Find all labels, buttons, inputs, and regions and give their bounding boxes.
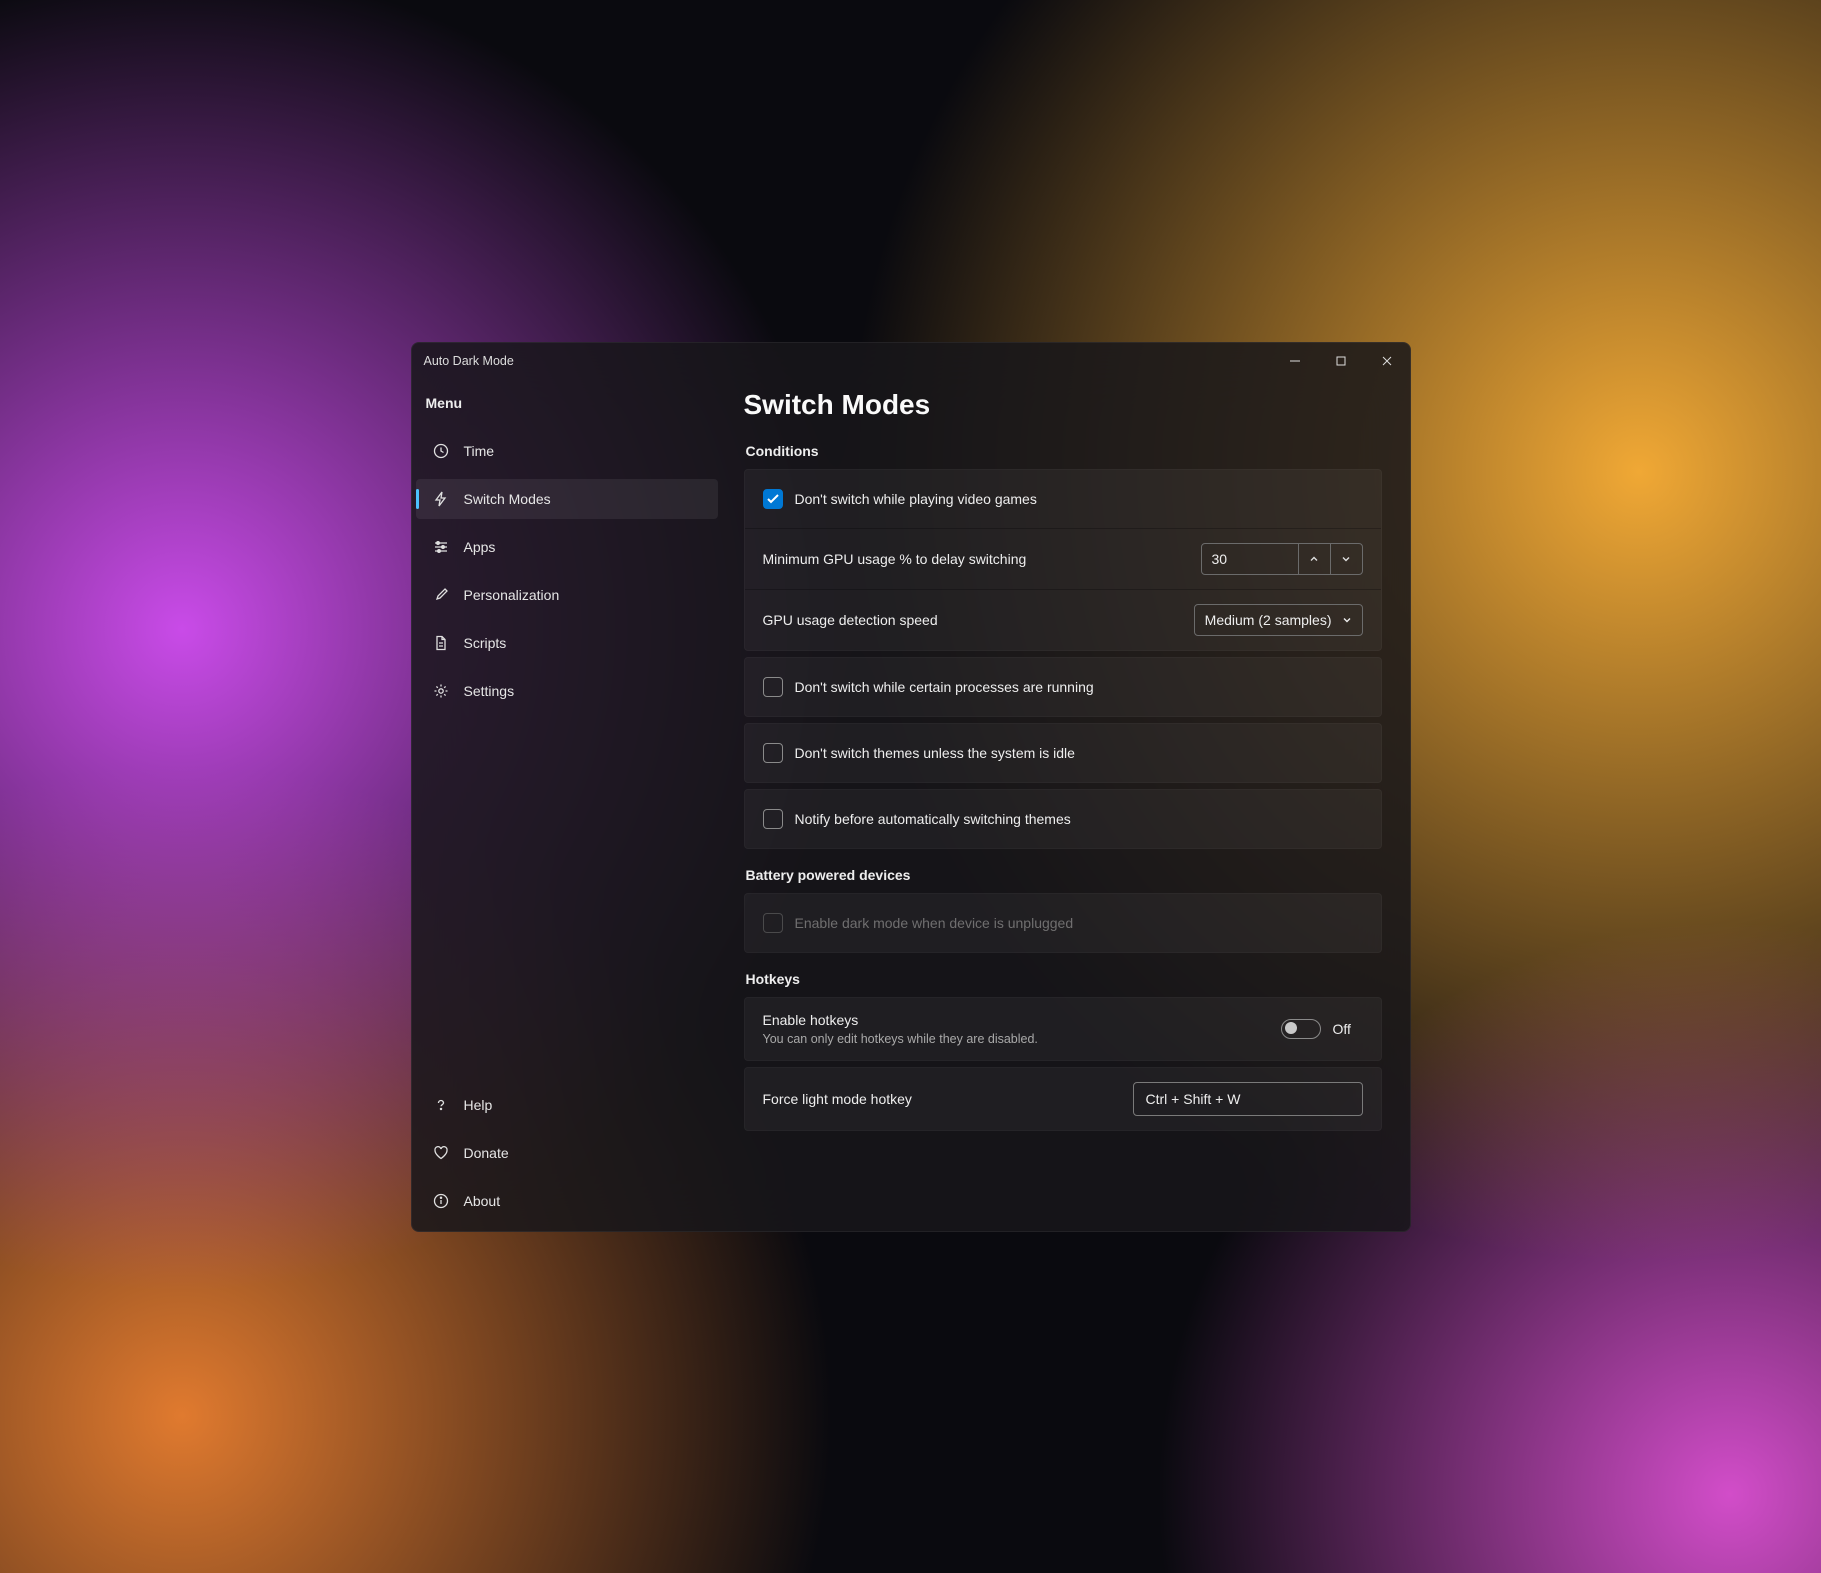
row-notify-label: Notify before automatically switching th… xyxy=(795,811,1363,827)
toggle-state-label: Off xyxy=(1333,1021,1363,1037)
card-hotkeys-enable: Enable hotkeys You can only edit hotkeys… xyxy=(744,997,1382,1061)
gpu-speed-value: Medium (2 samples) xyxy=(1205,612,1332,628)
row-gpu-min: Minimum GPU usage % to delay switching xyxy=(745,528,1381,589)
toggle-enable-hotkeys[interactable] xyxy=(1281,1019,1321,1039)
sidebar-item-help[interactable]: Help xyxy=(416,1085,718,1125)
row-gpu-speed-label: GPU usage detection speed xyxy=(763,612,1182,628)
card-conditions-processes: Don't switch while certain processes are… xyxy=(744,657,1382,717)
row-force-light: Force light mode hotkey Ctrl + Shift + W xyxy=(745,1068,1381,1130)
sliders-icon xyxy=(432,538,450,556)
sidebar-item-scripts[interactable]: Scripts xyxy=(416,623,718,663)
sidebar-item-about[interactable]: About xyxy=(416,1181,718,1221)
row-processes[interactable]: Don't switch while certain processes are… xyxy=(745,658,1381,716)
row-enable-hotkeys-label: Enable hotkeys xyxy=(763,1012,1269,1028)
row-unplugged-label: Enable dark mode when device is unplugge… xyxy=(795,915,1363,931)
sidebar-item-label: Settings xyxy=(464,683,515,699)
sidebar-item-label: Donate xyxy=(464,1145,509,1161)
sidebar-item-label: Help xyxy=(464,1097,493,1113)
gear-icon xyxy=(432,682,450,700)
checkbox-processes[interactable] xyxy=(763,677,783,697)
page-title: Switch Modes xyxy=(744,389,1382,421)
row-games[interactable]: Don't switch while playing video games xyxy=(745,470,1381,528)
section-hotkeys-title: Hotkeys xyxy=(746,971,1382,987)
clock-icon xyxy=(432,442,450,460)
row-processes-label: Don't switch while certain processes are… xyxy=(795,679,1363,695)
card-battery: Enable dark mode when device is unplugge… xyxy=(744,893,1382,953)
gpu-min-input[interactable] xyxy=(1202,544,1298,574)
gpu-speed-select[interactable]: Medium (2 samples) xyxy=(1194,604,1363,636)
sidebar-item-donate[interactable]: Donate xyxy=(416,1133,718,1173)
card-conditions-idle: Don't switch themes unless the system is… xyxy=(744,723,1382,783)
section-conditions-title: Conditions xyxy=(746,443,1382,459)
checkbox-idle[interactable] xyxy=(763,743,783,763)
heart-icon xyxy=(432,1144,450,1162)
section-battery-title: Battery powered devices xyxy=(746,867,1382,883)
close-button[interactable] xyxy=(1364,343,1410,379)
menu-heading: Menu xyxy=(412,385,722,427)
checkbox-games[interactable] xyxy=(763,489,783,509)
info-icon xyxy=(432,1192,450,1210)
row-enable-hotkeys-sub: You can only edit hotkeys while they are… xyxy=(763,1032,1269,1046)
card-hotkeys-force-light: Force light mode hotkey Ctrl + Shift + W xyxy=(744,1067,1382,1131)
brush-icon xyxy=(432,586,450,604)
sidebar-item-settings[interactable]: Settings xyxy=(416,671,718,711)
minimize-button[interactable] xyxy=(1272,343,1318,379)
spin-up-button[interactable] xyxy=(1298,544,1330,574)
sidebar: Menu Time Switch Modes xyxy=(412,379,722,1231)
row-force-light-label: Force light mode hotkey xyxy=(763,1091,1121,1107)
question-icon xyxy=(432,1096,450,1114)
sidebar-item-label: Apps xyxy=(464,539,496,555)
sidebar-item-time[interactable]: Time xyxy=(416,431,718,471)
sidebar-item-label: Personalization xyxy=(464,587,560,603)
hotkey-force-light-value: Ctrl + Shift + W xyxy=(1146,1091,1241,1107)
sidebar-item-label: Time xyxy=(464,443,495,459)
lightning-icon xyxy=(432,490,450,508)
app-window: Auto Dark Mode Menu Time xyxy=(411,342,1411,1232)
row-idle-label: Don't switch themes unless the system is… xyxy=(795,745,1363,761)
chevron-down-icon xyxy=(1342,612,1352,628)
row-gpu-speed: GPU usage detection speed Medium (2 samp… xyxy=(745,589,1381,650)
sidebar-item-label: Scripts xyxy=(464,635,507,651)
sidebar-item-apps[interactable]: Apps xyxy=(416,527,718,567)
gpu-min-numbox[interactable] xyxy=(1201,543,1363,575)
row-notify[interactable]: Notify before automatically switching th… xyxy=(745,790,1381,848)
card-conditions-notify: Notify before automatically switching th… xyxy=(744,789,1382,849)
sidebar-item-label: Switch Modes xyxy=(464,491,551,507)
row-unplugged[interactable]: Enable dark mode when device is unplugge… xyxy=(745,894,1381,952)
row-enable-hotkeys[interactable]: Enable hotkeys You can only edit hotkeys… xyxy=(745,998,1381,1060)
content-area[interactable]: Switch Modes Conditions Don't switch whi… xyxy=(722,379,1410,1231)
sidebar-item-label: About xyxy=(464,1193,501,1209)
checkbox-unplugged[interactable] xyxy=(763,913,783,933)
window-title: Auto Dark Mode xyxy=(424,354,514,368)
hotkey-force-light-input[interactable]: Ctrl + Shift + W xyxy=(1133,1082,1363,1116)
sidebar-item-personalization[interactable]: Personalization xyxy=(416,575,718,615)
spin-down-button[interactable] xyxy=(1330,544,1362,574)
sidebar-item-switch-modes[interactable]: Switch Modes xyxy=(416,479,718,519)
row-gpu-min-label: Minimum GPU usage % to delay switching xyxy=(763,551,1189,567)
maximize-button[interactable] xyxy=(1318,343,1364,379)
row-games-label: Don't switch while playing video games xyxy=(795,491,1363,507)
document-icon xyxy=(432,634,450,652)
card-conditions-games: Don't switch while playing video games M… xyxy=(744,469,1382,651)
titlebar[interactable]: Auto Dark Mode xyxy=(412,343,1410,379)
checkbox-notify[interactable] xyxy=(763,809,783,829)
row-idle[interactable]: Don't switch themes unless the system is… xyxy=(745,724,1381,782)
